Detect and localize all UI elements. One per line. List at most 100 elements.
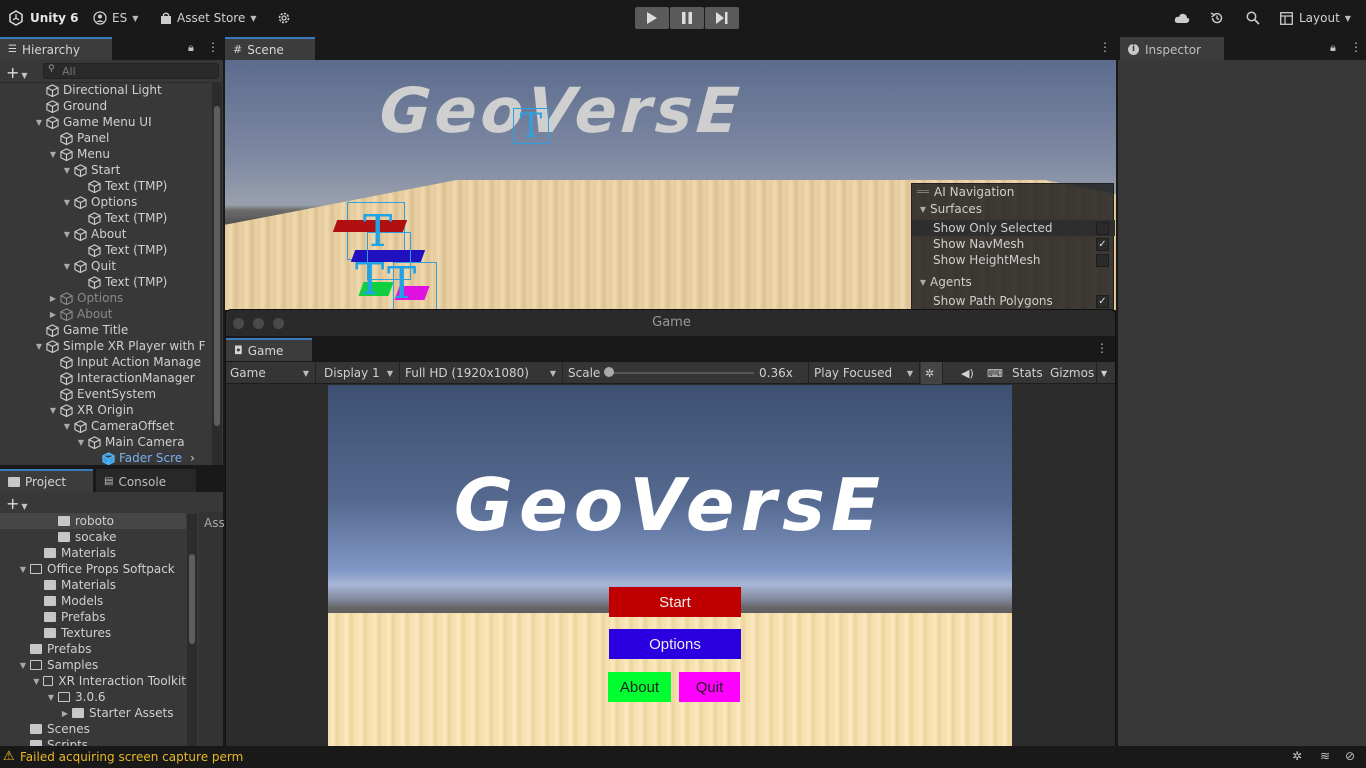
tab-inspector[interactable]: i Inspector [1120, 37, 1224, 60]
show-heightmesh-row[interactable]: Show HeightMesh [912, 252, 1115, 268]
history-button[interactable] [1210, 9, 1224, 27]
tab-project[interactable]: Project [0, 469, 93, 492]
chevron-down-icon[interactable]: ▼ [34, 342, 44, 351]
show-navmesh-row[interactable]: Show NavMesh ✓ [912, 236, 1115, 252]
unity-menu[interactable]: Unity 6 [8, 9, 79, 27]
chevron-right-icon[interactable]: › [190, 451, 195, 465]
scrollbar-thumb[interactable] [214, 106, 220, 426]
hierarchy-item[interactable]: Text (TMP) [0, 178, 212, 194]
scrollbar-thumb[interactable] [189, 554, 195, 644]
chevron-down-icon[interactable]: ▼ [62, 230, 72, 239]
start-button[interactable]: Start [609, 587, 741, 617]
keyboard-button[interactable]: ⌨ [983, 362, 1007, 384]
project-folder-item[interactable]: Prefabs [0, 609, 186, 625]
quit-button[interactable]: Quit [679, 672, 740, 702]
tab-hierarchy[interactable]: ☰ Hierarchy [0, 37, 112, 60]
about-button[interactable]: About [608, 672, 671, 702]
settings-button[interactable] [277, 9, 291, 27]
hierarchy-item[interactable]: Text (TMP) [0, 274, 212, 290]
search-button[interactable] [1246, 9, 1260, 27]
hierarchy-item[interactable]: Ground [0, 98, 212, 114]
tab-game[interactable]: ◘ Game [226, 338, 312, 361]
close-dot[interactable] [233, 318, 244, 329]
hierarchy-item[interactable]: EventSystem [0, 386, 212, 402]
show-only-selected-row[interactable]: Show Only Selected [912, 220, 1115, 236]
play-button[interactable] [635, 7, 669, 29]
project-folder-item[interactable]: Materials [0, 577, 186, 593]
more-options-icon[interactable]: ⋮ [1350, 40, 1362, 54]
project-folder-item[interactable]: Textures [0, 625, 186, 641]
drag-handle-icon[interactable]: ══ [917, 187, 929, 198]
show-navmesh-checkbox[interactable]: ✓ [1096, 237, 1109, 251]
play-focus-dropdown[interactable]: Play Focused ▼ [810, 362, 920, 384]
hierarchy-item[interactable]: ▼ Quit [0, 258, 212, 274]
hierarchy-item[interactable]: Directional Light [0, 82, 212, 98]
hierarchy-item[interactable]: ▼ Options [0, 194, 212, 210]
project-scrollbar[interactable] [187, 514, 197, 746]
stats-button[interactable]: Stats [1008, 362, 1046, 384]
scale-slider-track[interactable] [609, 372, 754, 374]
hierarchy-item[interactable]: Input Action Manage [0, 354, 212, 370]
hierarchy-item[interactable]: ▼ Start [0, 162, 212, 178]
agents-section[interactable]: ▼ Agents [912, 274, 1115, 290]
lock-icon[interactable]: 🔒︎ [1330, 41, 1336, 55]
hierarchy-item[interactable]: Panel [0, 130, 212, 146]
game-window-titlebar[interactable]: Game [226, 310, 1115, 336]
hierarchy-item[interactable]: InteractionManager [0, 370, 212, 386]
more-options-icon[interactable]: ⋮ [1096, 341, 1108, 355]
hierarchy-item[interactable]: ▼ XR Origin [0, 402, 212, 418]
hierarchy-item[interactable]: ▼ Game Menu UI [0, 114, 212, 130]
scale-slider-thumb[interactable] [604, 367, 614, 377]
hierarchy-item[interactable]: ▼ Simple XR Player with F [0, 338, 212, 354]
project-folder-item[interactable]: roboto [0, 513, 186, 529]
asset-store-dropdown[interactable]: Asset Store ▼ [160, 9, 257, 27]
step-button[interactable] [705, 7, 739, 29]
layout-dropdown[interactable]: Layout ▼ [1280, 9, 1351, 27]
hierarchy-scrollbar[interactable] [212, 82, 222, 465]
bug-icon[interactable]: ✲ [1292, 749, 1302, 763]
show-heightmesh-checkbox[interactable] [1096, 253, 1109, 267]
chevron-down-icon[interactable]: ▼ [46, 693, 56, 702]
hierarchy-item[interactable]: ▶ Options [0, 290, 212, 306]
hierarchy-search-field[interactable]: ⚲ All [43, 63, 219, 79]
project-create-dropdown[interactable]: + ▼ [6, 494, 28, 513]
display-dropdown[interactable]: Display 1 ▼ [320, 362, 400, 384]
tab-scene[interactable]: # Scene [225, 37, 315, 60]
project-folder-item[interactable]: ▼ Office Props Softpack [0, 561, 186, 577]
gizmos-button[interactable]: Gizmos [1046, 362, 1097, 384]
resolution-dropdown[interactable]: Full HD (1920x1080) ▼ [401, 362, 563, 384]
more-options-icon[interactable]: ⋮ [207, 40, 219, 54]
project-folder-item[interactable]: Materials [0, 545, 186, 561]
project-folder-item[interactable]: ▼ XR Interaction Toolkit [0, 673, 186, 689]
hierarchy-item[interactable]: ▼ About [0, 226, 212, 242]
project-folder-item[interactable]: ▶ Starter Assets [0, 705, 186, 721]
lock-icon[interactable]: 🔒︎ [188, 41, 194, 55]
audio-button[interactable]: ◀︎) [957, 362, 981, 384]
project-folder-item[interactable]: ▼ Samples [0, 657, 186, 673]
project-folder-item[interactable]: Models [0, 593, 186, 609]
hierarchy-item[interactable]: ▶ About [0, 306, 212, 322]
hierarchy-item[interactable]: Text (TMP) [0, 210, 212, 226]
layers-icon[interactable]: ≋ [1320, 749, 1330, 763]
account-dropdown[interactable]: ES ▼ [93, 9, 138, 27]
minimize-dot[interactable] [253, 318, 264, 329]
show-path-polygons-checkbox[interactable]: ✓ [1096, 294, 1109, 308]
show-only-selected-checkbox[interactable] [1096, 221, 1109, 235]
maximize-dot[interactable] [273, 318, 284, 329]
project-folder-item[interactable]: ▼ 3.0.6 [0, 689, 186, 705]
game-window[interactable]: Game ◘ Game ⋮ Game ▼ Display 1 ▼ Full HD (… [225, 309, 1116, 768]
check-circle-icon[interactable]: ⊘ [1345, 749, 1355, 763]
status-message[interactable]: Failed acquiring screen capture perm [20, 750, 243, 764]
hierarchy-item[interactable]: Fader Scre › [0, 450, 212, 466]
hierarchy-item[interactable]: Text (TMP) [0, 242, 212, 258]
chevron-down-icon[interactable]: ▼ [18, 661, 28, 670]
game-viewport[interactable]: GeoVersE Start Options About Quit [328, 385, 1012, 767]
chevron-right-icon[interactable]: ▶ [48, 310, 58, 319]
chevron-down-icon[interactable]: ▼ [32, 677, 41, 686]
create-dropdown[interactable]: + ▼ [6, 63, 28, 82]
cloud-button[interactable] [1174, 9, 1190, 27]
chevron-down-icon[interactable]: ▼ [62, 422, 72, 431]
surfaces-section[interactable]: ▼ Surfaces [912, 201, 1115, 217]
project-folder-item[interactable]: socake [0, 529, 186, 545]
project-folder-item[interactable]: Scenes [0, 721, 186, 737]
